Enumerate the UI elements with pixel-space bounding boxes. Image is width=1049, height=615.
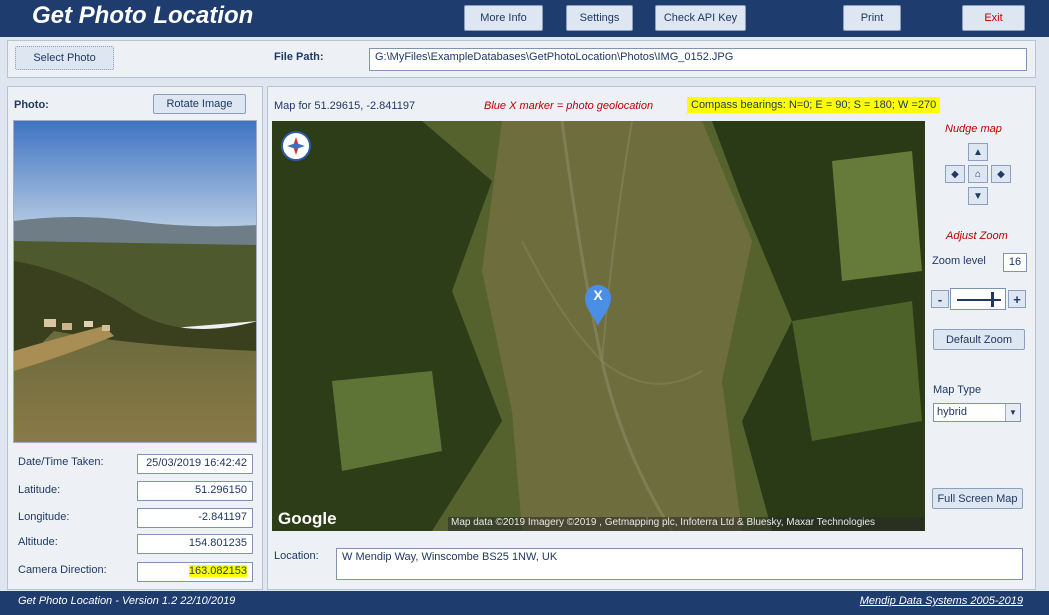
exit-button[interactable]: Exit bbox=[962, 5, 1025, 31]
map-for-label: Map for 51.29615, -2.841197 bbox=[274, 100, 416, 112]
longitude-label: Longitude: bbox=[18, 511, 70, 523]
location-label: Location: bbox=[274, 550, 319, 562]
google-logo: Google bbox=[278, 509, 337, 528]
zoom-out-button[interactable]: - bbox=[931, 290, 949, 308]
file-path-label: File Path: bbox=[274, 51, 324, 63]
nudge-down-button[interactable]: ▼ bbox=[968, 187, 988, 205]
location-field[interactable]: W Mendip Way, Winscombe BS25 1NW, UK bbox=[336, 548, 1023, 580]
zoom-level-field[interactable]: 16 bbox=[1003, 253, 1027, 272]
file-path-field[interactable]: G:\MyFiles\ExampleDatabases\GetPhotoLoca… bbox=[369, 48, 1027, 71]
altitude-field[interactable]: 154.801235 bbox=[137, 534, 253, 554]
location-marker-icon[interactable]: X bbox=[583, 283, 613, 327]
camera-direction-field[interactable]: 163.082153 bbox=[137, 562, 253, 582]
company-link[interactable]: Mendip Data Systems 2005-2019 bbox=[860, 595, 1023, 607]
print-button[interactable]: Print bbox=[843, 5, 901, 31]
map-type-label: Map Type bbox=[933, 384, 982, 396]
version-text: Get Photo Location - Version 1.2 22/10/2… bbox=[18, 595, 236, 607]
camera-direction-label: Camera Direction: bbox=[18, 564, 107, 576]
app-title: Get Photo Location bbox=[32, 2, 254, 29]
marker-note: Blue X marker = photo geolocation bbox=[484, 100, 654, 112]
nudge-up-button[interactable]: ▲ bbox=[968, 143, 988, 161]
more-info-button[interactable]: More Info bbox=[464, 5, 543, 31]
zoom-slider[interactable] bbox=[950, 288, 1006, 310]
rotate-image-button[interactable]: Rotate Image bbox=[153, 94, 246, 114]
zoom-slider-track bbox=[957, 299, 1001, 301]
zoom-slider-thumb[interactable] bbox=[991, 292, 995, 307]
marker-letter: X bbox=[593, 287, 603, 303]
map-attribution: Map data ©2019 Imagery ©2019 , Getmappin… bbox=[448, 517, 924, 531]
nudge-right-button[interactable]: ◆ bbox=[991, 165, 1011, 183]
chevron-down-icon[interactable]: ▼ bbox=[1005, 404, 1020, 421]
map-type-value: hybrid bbox=[937, 406, 967, 418]
settings-button[interactable]: Settings bbox=[566, 5, 633, 31]
latitude-label: Latitude: bbox=[18, 484, 61, 496]
map-type-select[interactable]: hybrid ▼ bbox=[933, 403, 1021, 422]
nudge-left-button[interactable]: ◆ bbox=[945, 165, 965, 183]
adjust-zoom-label: Adjust Zoom bbox=[946, 230, 1008, 242]
photo-label: Photo: bbox=[14, 99, 49, 111]
zoom-level-label: Zoom level bbox=[932, 255, 986, 267]
zoom-in-button[interactable]: + bbox=[1008, 290, 1026, 308]
nudge-map-label: Nudge map bbox=[945, 123, 1002, 135]
camera-direction-value: 163.082153 bbox=[188, 565, 247, 577]
compass-note: Compass bearings: N=0; E = 90; S = 180; … bbox=[687, 97, 941, 113]
longitude-field[interactable]: -2.841197 bbox=[137, 508, 253, 528]
compass-icon[interactable] bbox=[281, 131, 311, 161]
date-time-field[interactable]: 25/03/2019 16:42:42 bbox=[137, 454, 253, 474]
select-photo-button[interactable]: Select Photo bbox=[15, 46, 114, 70]
home-button[interactable]: ⌂ bbox=[968, 165, 988, 183]
default-zoom-button[interactable]: Default Zoom bbox=[933, 329, 1025, 350]
check-api-key-button[interactable]: Check API Key bbox=[655, 5, 746, 31]
latitude-field[interactable]: 51.296150 bbox=[137, 481, 253, 501]
altitude-label: Altitude: bbox=[18, 536, 58, 548]
photo-image bbox=[13, 120, 257, 443]
date-time-label: Date/Time Taken: bbox=[18, 456, 104, 468]
full-screen-map-button[interactable]: Full Screen Map bbox=[932, 488, 1023, 509]
